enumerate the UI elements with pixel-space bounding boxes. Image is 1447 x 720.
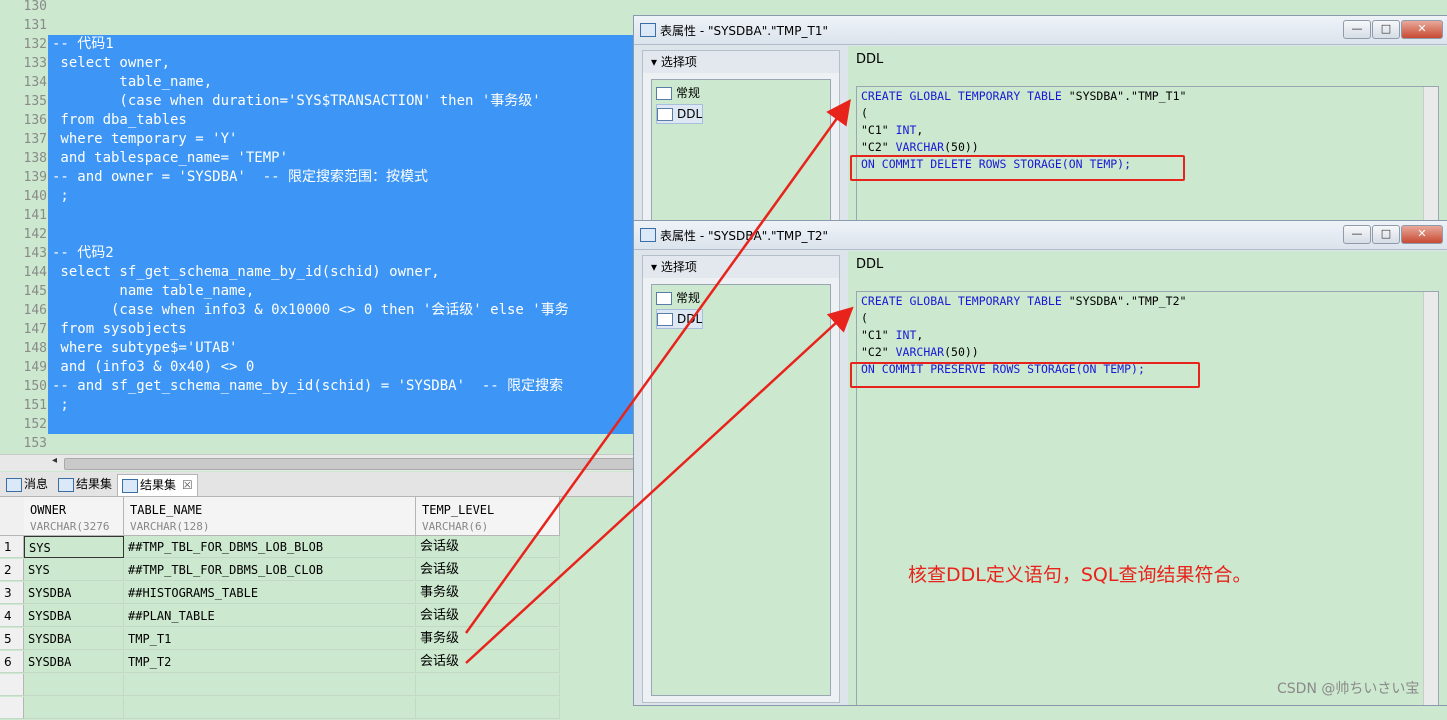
annotation-arrows [464, 98, 854, 664]
arrow-tmp-t2 [465, 306, 854, 664]
annotation-note: 核查DDL定义语句，SQL查询结果符合。 [908, 564, 1252, 586]
arrow-tmp-t1 [464, 98, 851, 634]
watermark: CSDN @帅ちいさい宝 [1277, 681, 1420, 697]
